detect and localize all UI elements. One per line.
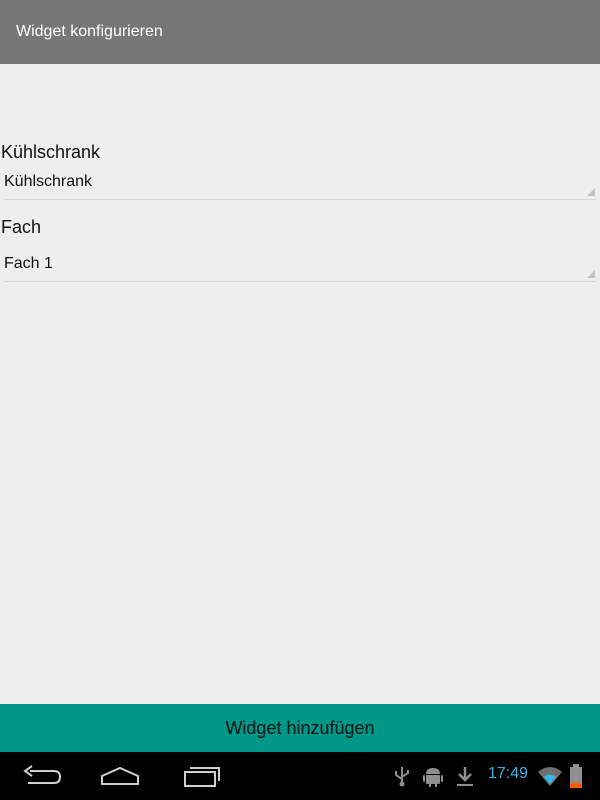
- dropdown-arrow-icon: [587, 188, 595, 196]
- compartment-spinner[interactable]: Fach 1: [4, 252, 596, 282]
- add-widget-button[interactable]: Widget hinzufügen: [0, 704, 600, 752]
- wifi-icon: [537, 764, 563, 788]
- screen: Widget konfigurieren Kühlschrank Kühlsch…: [0, 0, 600, 800]
- download-icon: [453, 764, 477, 788]
- home-icon[interactable]: [98, 762, 142, 790]
- config-form: Kühlschrank Kühlschrank Fach Fach 1: [0, 64, 600, 704]
- dropdown-arrow-icon: [587, 270, 595, 278]
- recent-apps-icon[interactable]: [180, 762, 224, 790]
- fridge-label: Kühlschrank: [1, 142, 101, 162]
- back-icon[interactable]: [20, 762, 64, 790]
- compartment-label: Fach: [1, 217, 42, 237]
- title-bar: Widget konfigurieren: [0, 0, 600, 64]
- compartment-selected-value: Fach 1: [4, 255, 53, 272]
- status-clock: 17:49: [488, 765, 529, 782]
- page-title: Widget konfigurieren: [16, 23, 163, 40]
- android-debug-icon: [421, 764, 445, 788]
- fridge-selected-value: Kühlschrank: [4, 173, 93, 190]
- usb-icon: [390, 764, 414, 788]
- fridge-spinner[interactable]: Kühlschrank: [4, 170, 596, 200]
- system-nav-bar: 17:49: [0, 752, 600, 800]
- battery-icon: [568, 764, 584, 788]
